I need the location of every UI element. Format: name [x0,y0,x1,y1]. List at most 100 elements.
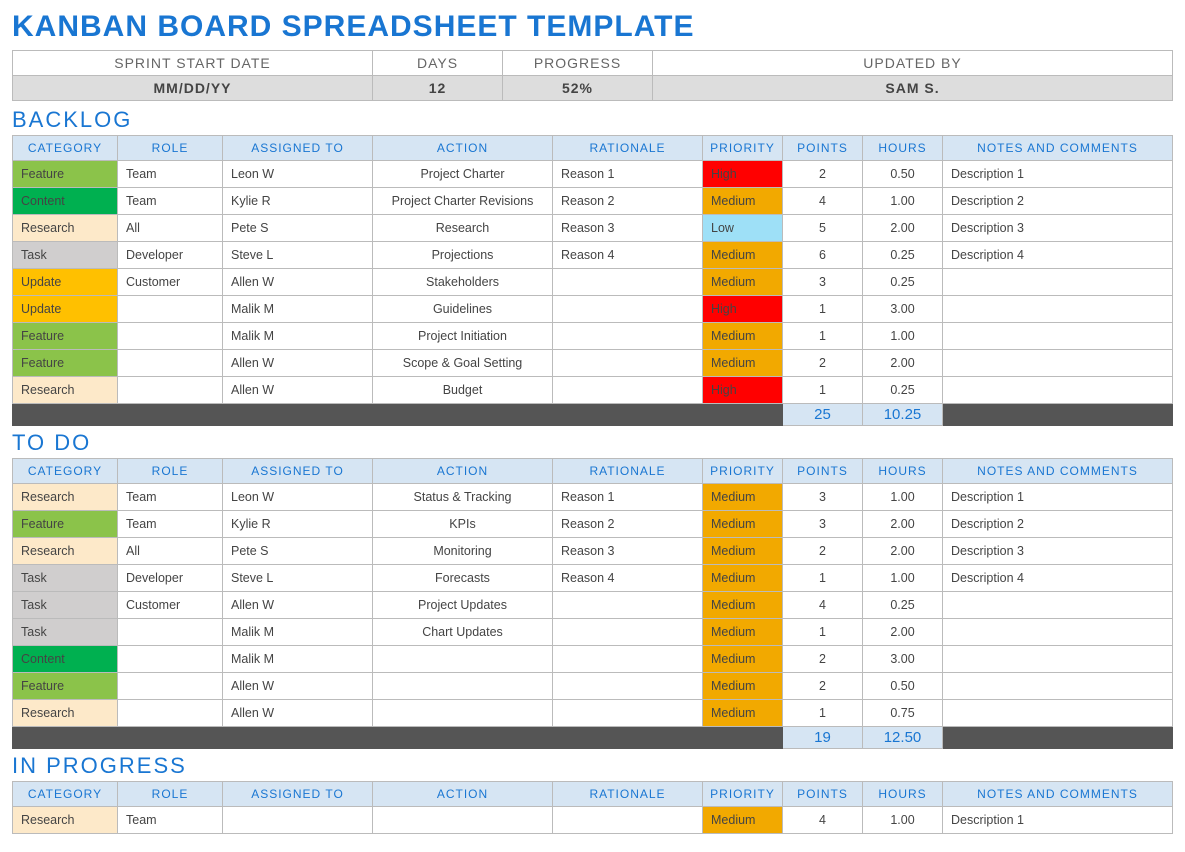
cell-points[interactable]: 1 [783,565,863,592]
cell-priority[interactable]: Medium [703,565,783,592]
cell-notes[interactable] [943,296,1173,323]
cell-hours[interactable]: 2.00 [863,215,943,242]
cell-action[interactable] [373,646,553,673]
cell-action[interactable]: Forecasts [373,565,553,592]
cell-hours[interactable]: 0.75 [863,700,943,727]
cell-role[interactable]: Team [118,511,223,538]
cell-priority[interactable]: Medium [703,646,783,673]
cell-priority[interactable]: High [703,296,783,323]
cell-action[interactable]: Research [373,215,553,242]
cell-rationale[interactable] [553,646,703,673]
cell-hours[interactable]: 0.25 [863,242,943,269]
cell-notes[interactable]: Description 3 [943,538,1173,565]
cell-assigned[interactable]: Leon W [223,484,373,511]
cell-category[interactable]: Research [13,484,118,511]
cell-rationale[interactable] [553,269,703,296]
cell-role[interactable]: Team [118,484,223,511]
cell-hours[interactable]: 1.00 [863,807,943,834]
cell-assigned[interactable]: Malik M [223,646,373,673]
cell-rationale[interactable] [553,619,703,646]
cell-notes[interactable] [943,673,1173,700]
cell-action[interactable]: Budget [373,377,553,404]
cell-priority[interactable]: High [703,377,783,404]
cell-category[interactable]: Update [13,296,118,323]
cell-assigned[interactable]: Allen W [223,700,373,727]
cell-category[interactable]: Research [13,807,118,834]
cell-role[interactable]: Team [118,161,223,188]
cell-assigned[interactable]: Steve L [223,242,373,269]
cell-category[interactable]: Research [13,377,118,404]
cell-hours[interactable]: 3.00 [863,646,943,673]
cell-assigned[interactable]: Steve L [223,565,373,592]
cell-hours[interactable]: 0.50 [863,161,943,188]
cell-action[interactable]: Project Charter [373,161,553,188]
cell-notes[interactable] [943,619,1173,646]
cell-notes[interactable] [943,323,1173,350]
cell-points[interactable]: 2 [783,350,863,377]
cell-rationale[interactable]: Reason 4 [553,242,703,269]
header-value-updated[interactable]: SAM S. [653,76,1173,101]
cell-role[interactable]: Team [118,807,223,834]
cell-role[interactable]: Team [118,188,223,215]
cell-role[interactable] [118,350,223,377]
cell-category[interactable]: Task [13,242,118,269]
cell-category[interactable]: Feature [13,350,118,377]
cell-points[interactable]: 3 [783,484,863,511]
cell-action[interactable]: Status & Tracking [373,484,553,511]
cell-notes[interactable] [943,700,1173,727]
cell-priority[interactable]: Medium [703,350,783,377]
cell-assigned[interactable]: Allen W [223,350,373,377]
cell-points[interactable]: 1 [783,323,863,350]
cell-points[interactable]: 2 [783,538,863,565]
cell-rationale[interactable] [553,323,703,350]
cell-points[interactable]: 4 [783,188,863,215]
cell-role[interactable] [118,619,223,646]
cell-assigned[interactable]: Leon W [223,161,373,188]
cell-priority[interactable]: Medium [703,700,783,727]
cell-notes[interactable]: Description 2 [943,188,1173,215]
cell-points[interactable]: 1 [783,296,863,323]
cell-hours[interactable]: 2.00 [863,350,943,377]
cell-points[interactable]: 4 [783,592,863,619]
cell-action[interactable]: Chart Updates [373,619,553,646]
cell-priority[interactable]: High [703,161,783,188]
cell-rationale[interactable] [553,296,703,323]
cell-role[interactable]: All [118,538,223,565]
cell-role[interactable] [118,377,223,404]
cell-priority[interactable]: Medium [703,323,783,350]
cell-action[interactable] [373,807,553,834]
cell-rationale[interactable]: Reason 1 [553,484,703,511]
cell-rationale[interactable]: Reason 2 [553,188,703,215]
cell-points[interactable]: 2 [783,673,863,700]
cell-category[interactable]: Content [13,188,118,215]
header-value-progress[interactable]: 52% [503,76,653,101]
cell-role[interactable]: Developer [118,242,223,269]
cell-hours[interactable]: 1.00 [863,565,943,592]
cell-hours[interactable]: 1.00 [863,323,943,350]
cell-rationale[interactable] [553,592,703,619]
cell-category[interactable]: Task [13,592,118,619]
cell-assigned[interactable]: Pete S [223,215,373,242]
cell-notes[interactable] [943,646,1173,673]
cell-priority[interactable]: Medium [703,592,783,619]
cell-points[interactable]: 2 [783,646,863,673]
cell-assigned[interactable]: Allen W [223,673,373,700]
cell-rationale[interactable] [553,673,703,700]
cell-priority[interactable]: Medium [703,188,783,215]
cell-action[interactable] [373,700,553,727]
cell-role[interactable] [118,646,223,673]
cell-action[interactable]: Projections [373,242,553,269]
cell-priority[interactable]: Medium [703,511,783,538]
cell-notes[interactable]: Description 1 [943,807,1173,834]
cell-hours[interactable]: 1.00 [863,484,943,511]
cell-action[interactable]: Project Updates [373,592,553,619]
cell-category[interactable]: Update [13,269,118,296]
cell-notes[interactable]: Description 4 [943,565,1173,592]
cell-notes[interactable]: Description 4 [943,242,1173,269]
cell-notes[interactable] [943,269,1173,296]
cell-notes[interactable] [943,592,1173,619]
cell-hours[interactable]: 3.00 [863,296,943,323]
cell-role[interactable] [118,296,223,323]
cell-action[interactable]: Stakeholders [373,269,553,296]
cell-rationale[interactable] [553,700,703,727]
